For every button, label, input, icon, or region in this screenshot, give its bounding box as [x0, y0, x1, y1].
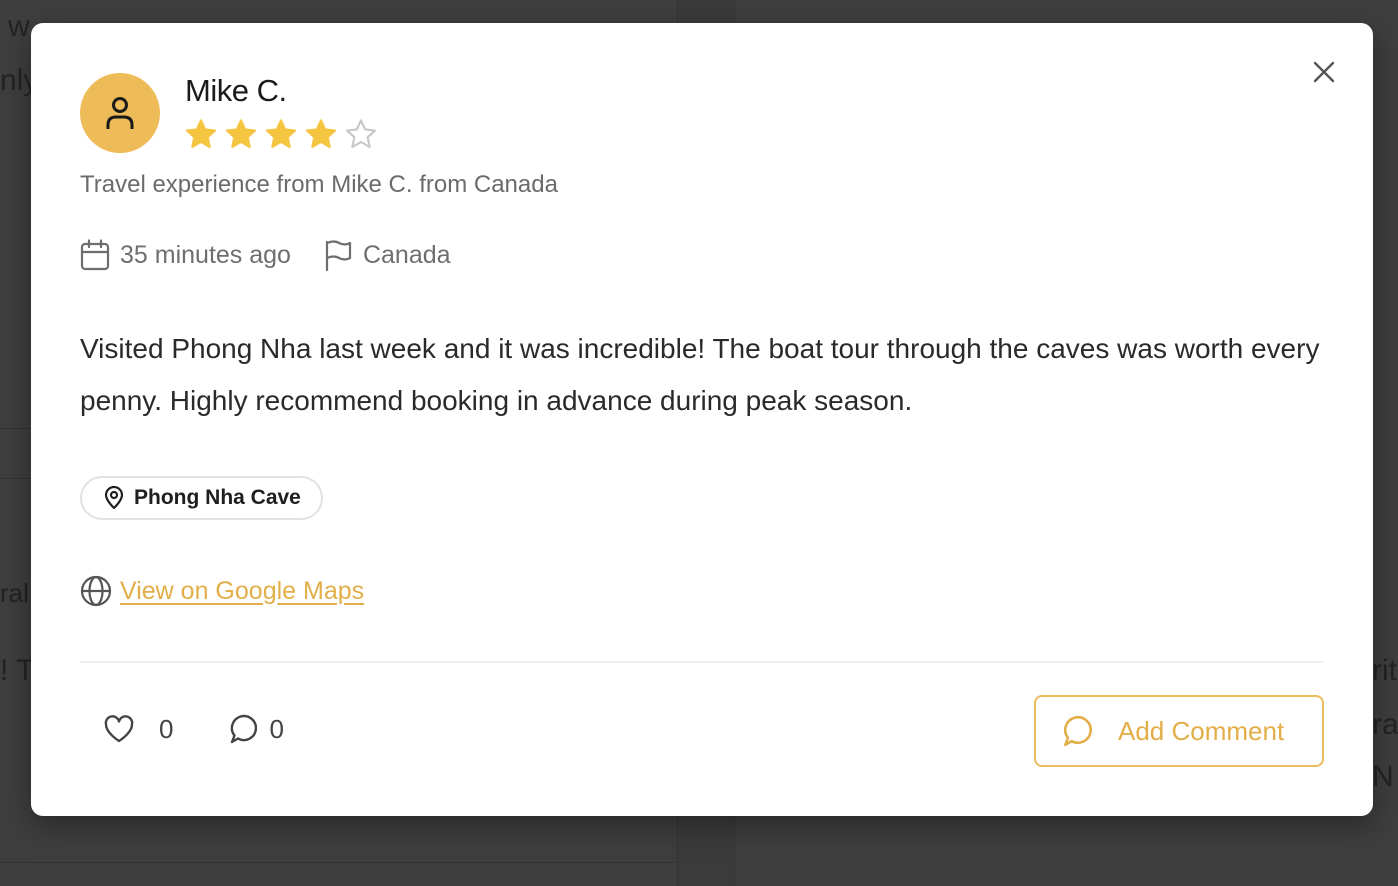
comment-icon [231, 714, 258, 744]
star-empty-icon [344, 117, 378, 151]
star-filled-icon [304, 117, 338, 151]
location-label: Phong Nha Cave [134, 486, 301, 509]
comment-count-button[interactable]: 0 [227, 713, 284, 745]
star-filled-icon [264, 117, 298, 151]
posted-time: 35 minutes ago [80, 239, 291, 271]
comment-icon [1063, 715, 1092, 747]
star-filled-icon [184, 117, 218, 151]
add-comment-button[interactable]: Add Comment [1034, 695, 1324, 767]
review-modal: Mike C. Travel experience from Mike C. f… [31, 23, 1373, 816]
background-text: N [1372, 760, 1394, 793]
location-chip[interactable]: Phong Nha Cave [80, 476, 323, 520]
background-text: ral [0, 578, 29, 608]
maps-link-row: View on Google Maps [80, 575, 364, 607]
star-filled-icon [224, 117, 258, 151]
google-maps-link[interactable]: View on Google Maps [120, 577, 364, 606]
review-body: Visited Phong Nha last week and it was i… [80, 333, 1320, 416]
calendar-icon [80, 239, 110, 271]
map-pin-icon [104, 486, 124, 510]
review-subtitle: Travel experience from Mike C. from Cana… [80, 171, 558, 198]
reviewer-country: Canada [323, 239, 451, 271]
globe-icon [80, 575, 112, 607]
like-button[interactable]: 0 [103, 714, 173, 745]
comment-count: 0 [269, 713, 284, 744]
author-name: Mike C. [185, 73, 287, 108]
review-meta: 35 minutes ago Canada [80, 239, 451, 271]
like-count: 0 [159, 713, 174, 744]
avatar [80, 73, 160, 153]
review-actions: 0 0 [103, 713, 284, 745]
close-icon [1313, 61, 1335, 83]
posted-time-label: 35 minutes ago [120, 240, 291, 269]
add-comment-label: Add Comment [1118, 715, 1285, 746]
background-divider [0, 862, 678, 863]
country-label: Canada [362, 240, 451, 269]
heart-icon [104, 715, 134, 743]
divider [80, 661, 1324, 663]
user-icon [106, 97, 134, 129]
background-text: w [8, 10, 30, 43]
close-button[interactable] [1309, 57, 1339, 87]
star-rating [184, 117, 378, 151]
flag-icon [325, 240, 352, 271]
background-text: ra [1372, 708, 1398, 741]
background-text: ! T [0, 654, 35, 687]
background-text: rit [1372, 654, 1397, 687]
